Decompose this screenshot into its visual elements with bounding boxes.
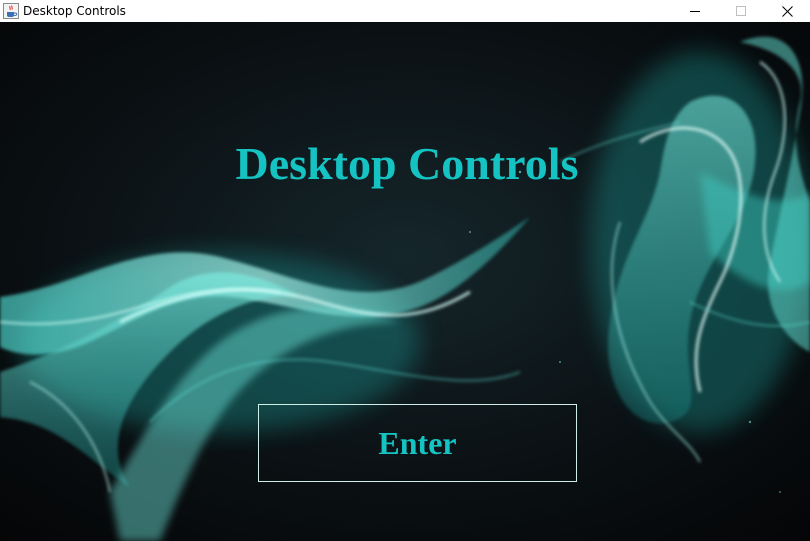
minimize-button[interactable] [672,0,718,22]
main-panel: Desktop Controls Enter [0,22,810,541]
maximize-button[interactable] [718,0,764,22]
window-controls [672,0,810,22]
minimize-icon [690,11,700,12]
page-title: Desktop Controls [235,138,579,189]
title-bar[interactable]: Desktop Controls [0,0,810,22]
java-cup-icon [3,3,19,19]
maximize-icon [736,6,746,16]
close-button[interactable] [764,0,810,22]
enter-button[interactable]: Enter [258,404,577,482]
close-icon [781,5,793,17]
app-window: Desktop Controls Desktop Controls Enter [0,0,810,541]
window-title: Desktop Controls [23,4,126,18]
